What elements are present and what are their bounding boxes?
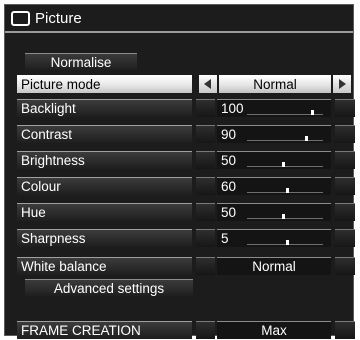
arrow-right-icon[interactable] — [333, 75, 351, 93]
sharpness-value: 5 — [221, 231, 229, 246]
row-spacer — [196, 257, 215, 275]
white-balance-value[interactable]: Normal — [217, 257, 331, 275]
colour-label[interactable]: Colour — [17, 177, 192, 195]
slider-knob[interactable] — [285, 240, 289, 245]
menu-title: Picture — [35, 9, 82, 27]
row-end-cap — [335, 99, 355, 117]
colour-value: 60 — [221, 179, 237, 194]
picture-mode-label[interactable]: Picture mode — [17, 75, 192, 93]
row-end-cap — [335, 257, 355, 275]
advanced-settings-button[interactable]: Advanced settings — [25, 279, 193, 297]
row-spacer — [196, 203, 215, 221]
slider-knob[interactable] — [285, 188, 289, 193]
slider-track — [247, 140, 323, 141]
picture-mode-value[interactable]: Normal — [219, 75, 331, 93]
normalise-button[interactable]: Normalise — [25, 53, 137, 71]
backlight-slider[interactable]: 100 — [217, 99, 331, 117]
backlight-value: 100 — [221, 101, 244, 116]
row-end-cap — [335, 203, 355, 221]
row-end-cap — [335, 151, 355, 169]
header-divider — [5, 31, 353, 33]
hue-slider[interactable]: 50 — [217, 203, 331, 221]
row-end-cap — [335, 321, 355, 339]
slider-knob[interactable] — [282, 162, 286, 167]
colour-slider[interactable]: 60 — [217, 177, 331, 195]
white-balance-label[interactable]: White balance — [17, 257, 192, 275]
sharpness-label[interactable]: Sharpness — [17, 229, 192, 247]
row-spacer — [196, 151, 215, 169]
slider-knob[interactable] — [305, 136, 309, 141]
hue-value: 50 — [221, 205, 237, 220]
row-spacer — [196, 99, 215, 117]
picture-icon — [11, 10, 30, 26]
row-spacer — [196, 125, 215, 143]
frame-creation-value[interactable]: Max — [217, 321, 331, 339]
contrast-slider[interactable]: 90 — [217, 125, 331, 143]
hue-label[interactable]: Hue — [17, 203, 192, 221]
brightness-label[interactable]: Brightness — [17, 151, 192, 169]
backlight-label[interactable]: Backlight — [17, 99, 192, 117]
sharpness-slider[interactable]: 5 — [217, 229, 331, 247]
row-spacer — [196, 321, 215, 339]
contrast-value: 90 — [221, 127, 237, 142]
row-end-cap — [335, 229, 355, 247]
brightness-slider[interactable]: 50 — [217, 151, 331, 169]
row-end-cap — [335, 177, 355, 195]
slider-knob[interactable] — [310, 110, 314, 115]
menu-header: Picture — [11, 7, 82, 29]
row-end-cap — [335, 125, 355, 143]
frame-creation-label[interactable]: FRAME CREATION — [17, 321, 192, 339]
row-spacer — [196, 177, 215, 195]
brightness-value: 50 — [221, 153, 237, 168]
contrast-label[interactable]: Contrast — [17, 125, 192, 143]
row-spacer — [196, 229, 215, 247]
arrow-left-icon[interactable] — [199, 75, 217, 93]
picture-osd-menu: Picture Normalise Picture mode Normal Ba… — [4, 4, 355, 339]
slider-knob[interactable] — [282, 214, 286, 219]
